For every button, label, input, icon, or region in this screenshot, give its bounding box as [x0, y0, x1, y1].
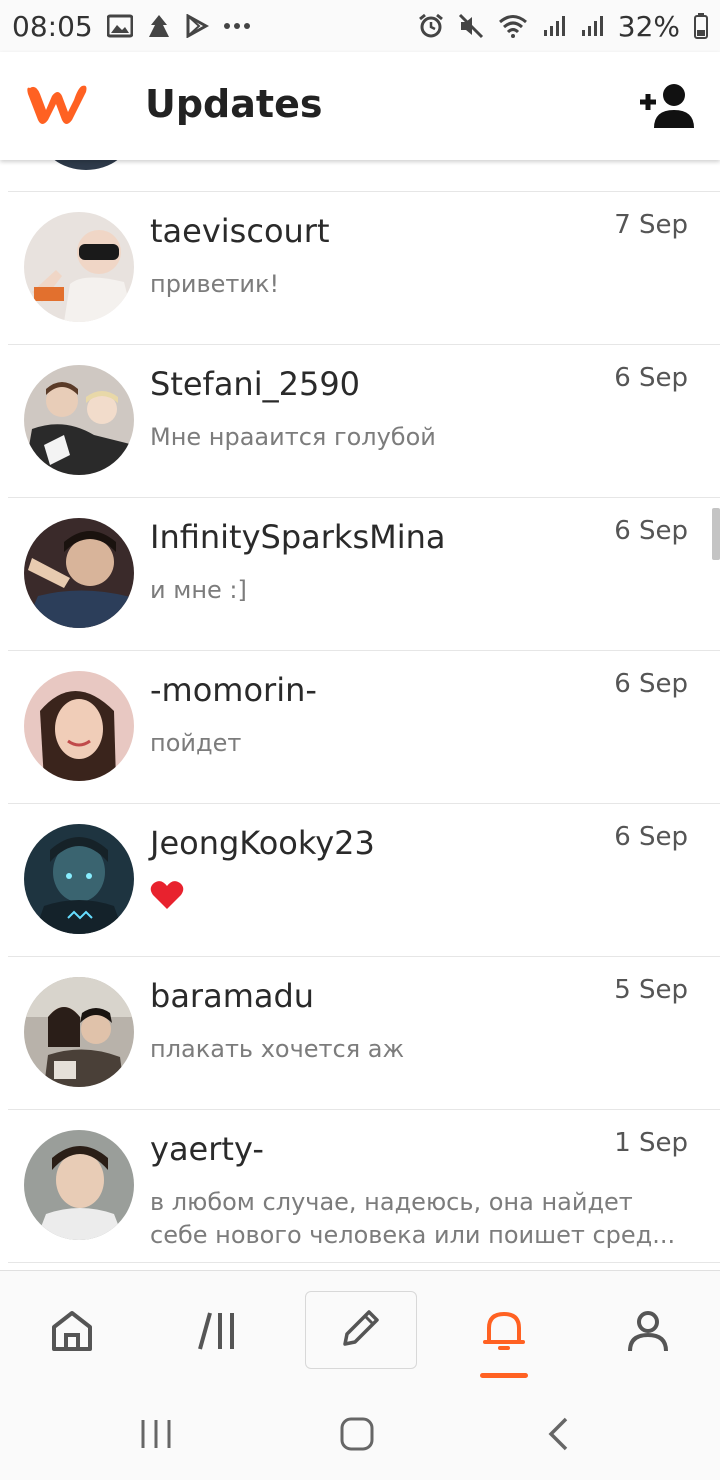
- avatar: [24, 1130, 134, 1240]
- alarm-icon: [418, 13, 444, 39]
- message-preview: [150, 880, 690, 919]
- signal-icon: [542, 14, 566, 38]
- signal-icon: [580, 14, 604, 38]
- library-icon[interactable]: [158, 1271, 278, 1391]
- message-preview: приветик!: [150, 270, 280, 298]
- home-icon[interactable]: [12, 1271, 132, 1391]
- battery-percent: 32%: [617, 9, 680, 43]
- message-date: 6 Sep: [614, 669, 688, 699]
- message-date: 1 Sep: [614, 1128, 688, 1158]
- avatar: [24, 365, 134, 475]
- status-bar: 08:05 32%: [0, 0, 720, 52]
- sender-name: -momorin-: [150, 671, 317, 709]
- list-item[interactable]: JeongKooky23 6 Sep: [8, 804, 720, 957]
- recents-icon[interactable]: [126, 1412, 186, 1456]
- alert-icon: [147, 13, 171, 39]
- heart-emoji-icon: [150, 881, 184, 916]
- list-item[interactable]: Stefani_2590 6 Sep Мне нраaится голубой: [8, 345, 720, 498]
- wifi-icon: [498, 14, 528, 38]
- status-time: 08:05: [12, 9, 93, 43]
- bottom-nav: [0, 1270, 720, 1390]
- message-date: 7 Sep: [614, 210, 688, 240]
- app-bar: Updates: [0, 52, 720, 160]
- mute-icon: [458, 13, 484, 39]
- sender-name: InfinitySparksMina: [150, 518, 446, 556]
- list-item[interactable]: -momorin- 6 Sep пойдет: [8, 651, 720, 804]
- list-item[interactable]: taeviscourt 7 Sep приветик!: [8, 192, 720, 345]
- play-store-icon: [185, 14, 209, 38]
- add-user-icon[interactable]: [638, 82, 696, 134]
- scrollbar[interactable]: [712, 508, 720, 560]
- list-item[interactable]: InfinitySparksMina 6 Sep и мне :]: [8, 498, 720, 651]
- message-date: 6 Sep: [614, 822, 688, 852]
- sender-name: yaerty-: [150, 1130, 264, 1168]
- more-icon: [223, 22, 251, 30]
- avatar: [24, 671, 134, 781]
- message-preview: плакать хочется аж: [150, 1035, 405, 1063]
- battery-icon: [694, 13, 708, 39]
- messages-list[interactable]: taeviscourt 7 Sep приветик! Stefani_2590…: [0, 160, 720, 1270]
- page-title: Updates: [145, 82, 323, 126]
- back-icon[interactable]: [528, 1412, 588, 1456]
- avatar: [24, 518, 134, 628]
- list-item-partial[interactable]: [8, 160, 720, 192]
- sender-name: JeongKooky23: [150, 824, 375, 862]
- avatar: [40, 160, 132, 170]
- wattpad-logo-icon[interactable]: [24, 80, 90, 132]
- write-button[interactable]: [305, 1291, 417, 1369]
- avatar: [24, 977, 134, 1087]
- message-preview: в любом случае, надеюсь, она найдет себе…: [150, 1188, 676, 1249]
- message-date: 6 Sep: [614, 363, 688, 393]
- home-icon[interactable]: [327, 1412, 387, 1456]
- message-preview: Мне нраaится голубой: [150, 423, 436, 451]
- list-item[interactable]: baramadu 5 Sep плакать хочется аж: [8, 957, 720, 1110]
- system-nav-bar: [0, 1390, 720, 1480]
- image-icon: [106, 14, 133, 38]
- sender-name: Stefani_2590: [150, 365, 361, 403]
- message-date: 5 Sep: [614, 975, 688, 1005]
- message-preview: пойдет: [150, 729, 242, 757]
- avatar: [24, 212, 134, 322]
- avatar: [24, 824, 134, 934]
- sender-name: taeviscourt: [150, 212, 330, 250]
- sender-name: baramadu: [150, 977, 315, 1015]
- list-item[interactable]: yaerty- 1 Sep в любом случае, надеюсь, о…: [8, 1110, 720, 1263]
- message-date: 6 Sep: [614, 516, 688, 546]
- active-tab-indicator: [480, 1373, 528, 1378]
- message-preview: и мне :]: [150, 576, 247, 604]
- pencil-icon: [339, 1306, 383, 1354]
- profile-icon[interactable]: [588, 1271, 708, 1391]
